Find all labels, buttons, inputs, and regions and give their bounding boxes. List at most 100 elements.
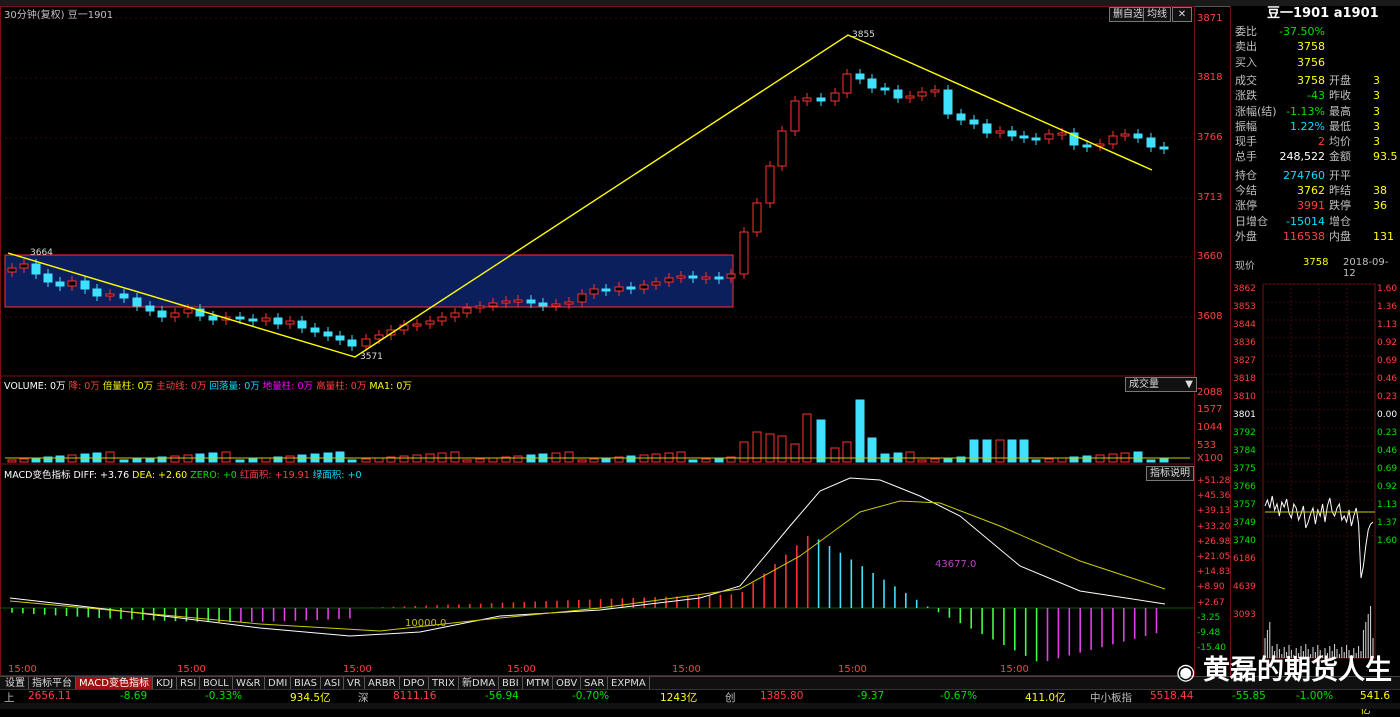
cy-index: 1385.80 [760,690,804,702]
ma-button[interactable]: 均线 [1143,7,1171,22]
main-chart-svg [0,6,1195,676]
chevron-down-icon: ▼ [1185,379,1193,390]
volume-bar [132,458,142,463]
quote-row: 卖出 3758 [1233,39,1400,54]
candle-body [726,273,736,279]
volume-tick: 2088 [1197,387,1223,398]
candle-body [412,323,422,327]
quote-row-label: 现手 [1235,135,1257,149]
candle-body [347,339,357,347]
mini-pct-tick: 0.46 [1377,374,1398,384]
quote-row-label: 卖出 [1235,40,1257,54]
mini-price-tick: 3775 [1233,464,1256,474]
candle-body [790,100,800,132]
candle-body [235,316,245,320]
quote-row-value2: 93.5 [1373,150,1398,164]
volume-bar [1082,455,1092,463]
peak-annotation: 3664 [30,248,53,258]
volume-bar [31,457,41,463]
candle-body [802,97,812,102]
candle-body [969,119,979,125]
volume-bar [589,458,599,463]
quote-row-label: 成交 [1235,73,1257,87]
volume-bar [1057,457,1067,463]
time-label: 15:00 [838,664,867,675]
dea-line [9,500,1166,632]
delete-favorite-button[interactable]: 删自选 [1109,7,1147,22]
volume-bar [399,455,409,463]
volume-bar [1133,451,1143,463]
candle-body [310,327,320,333]
mini-price-tick: 3784 [1233,446,1256,456]
quote-row-value: 274760 [1283,168,1325,182]
volume-bar [1159,458,1169,463]
candle-body [601,288,611,292]
volume-legend-item: 回落量: 0万 [209,381,263,392]
volume-bar [917,459,927,463]
candle-body [450,312,460,318]
intraday-mini-chart[interactable] [1231,278,1400,668]
chart-title: 30分钟(复权) 豆一1901 [4,10,114,21]
volume-bar [601,457,611,463]
candle-body [1120,133,1130,137]
macd-tick: -3.25 [1197,612,1221,623]
quote-row-value2: 3 [1373,73,1380,87]
candle-body [589,288,599,295]
volume-bar [1019,439,1029,463]
volume-bar [714,457,724,463]
candle-body [437,316,447,322]
mini-price-tick: 3766 [1233,482,1256,492]
candle-body [777,130,787,167]
quote-row-value: 3991 [1297,199,1325,213]
bottom-strip [0,703,1400,709]
candle-body [752,202,762,233]
quote-row-label: 日增仓 [1235,214,1268,228]
quote-row-value: -1.13% [1286,104,1325,118]
macd-tick: +14.83 [1197,567,1231,578]
volume-bar [248,458,258,463]
mini-price-tick: 6186 [1233,554,1256,564]
volume-bar [830,447,840,463]
volume-dropdown[interactable]: 成交量 ▼ [1125,377,1197,392]
indicator-help-button[interactable]: 指标说明 [1146,466,1194,481]
quote-row-label2: 开平 [1329,168,1351,182]
volume-bar [285,455,295,463]
volume-tick: X100 [1197,453,1223,464]
quote-row-value2: 3 [1373,119,1380,133]
volume-bar [221,451,231,463]
quote-row-label: 今结 [1235,184,1257,197]
time-label: 15:00 [1000,664,1029,675]
sz-index: 8111.16 [393,690,437,702]
volume-bar [676,451,686,463]
candle-body [105,293,115,297]
time-label: 15:00 [177,664,206,675]
volume-bar [790,443,800,463]
kline-chart-area[interactable]: 30分钟(复权) 豆一1901 删自选 均线 ✕ 3871 3818 3766 … [0,6,1230,676]
candle-body [1082,144,1092,148]
volume-bar [1007,439,1017,463]
candle-body [80,280,90,290]
price-tick: 3608 [1197,311,1223,322]
candle-body [501,300,511,304]
sh-change: -8.69 [120,690,148,702]
mini-pct-tick: 1.13 [1377,500,1398,510]
candle-body [765,165,775,204]
quote-row-label: 振幅 [1235,119,1257,133]
quote-panel: 豆一1901 a1901 委比 -37.50% 卖出 3758 买入 3756 成交 3758… [1230,6,1400,676]
candle-body [956,113,966,121]
candle-body [930,89,940,93]
volume-bar [855,399,865,463]
quote-row-label2: 跌停 [1329,199,1351,213]
price-tick: 3871 [1197,13,1223,24]
close-icon[interactable]: ✕ [1172,7,1192,22]
candle-body [208,315,218,321]
quote-row: 日增仓 -15014 增仓 [1233,214,1400,229]
candle-body [67,280,77,287]
candle-body [248,318,258,322]
volume-bar [488,457,498,463]
volume-bar [943,457,953,463]
mini-price-tick: 3792 [1233,428,1256,438]
volume-tick: 1044 [1197,422,1223,433]
mini-pct-tick: 1.37 [1377,518,1398,528]
volume-bar [374,457,384,463]
